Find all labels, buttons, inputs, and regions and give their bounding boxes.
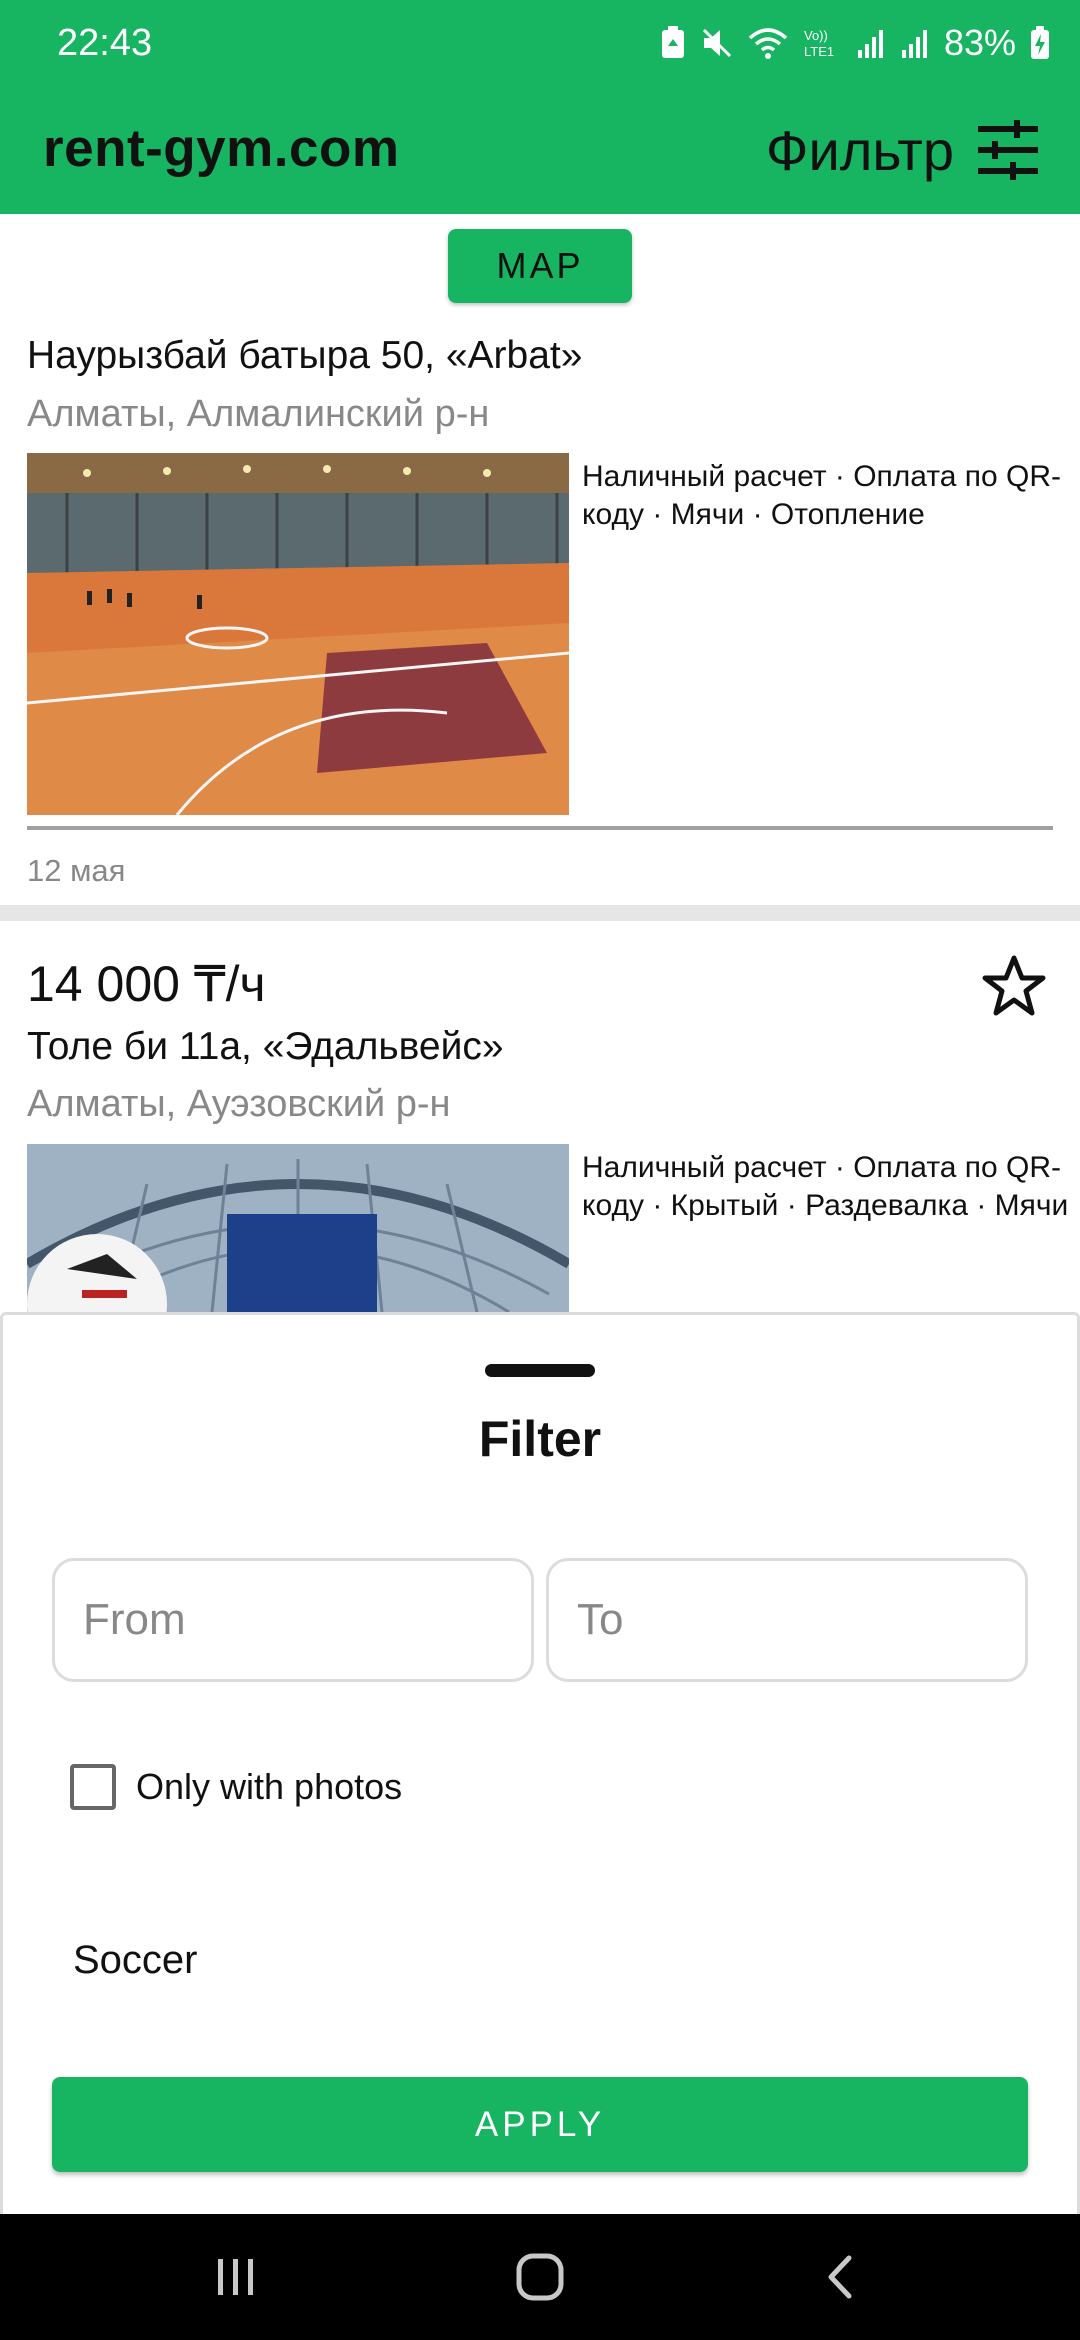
listing-address[interactable]: Наурызбай батыра 50, «Arbat»: [27, 334, 582, 378]
signal-icon: [857, 30, 883, 58]
back-button[interactable]: [790, 2214, 890, 2340]
apply-button[interactable]: APPLY: [52, 2077, 1028, 2172]
only-photos-label: Only with photos: [136, 1766, 403, 1807]
price-to-input[interactable]: [546, 1558, 1028, 1682]
listing-district: Алматы, Ауэзовский р-н: [27, 1083, 451, 1125]
arena-photo: [27, 1144, 569, 1312]
only-photos-row[interactable]: Only with photos: [70, 1764, 402, 1810]
price-from-input[interactable]: [52, 1558, 534, 1682]
filter-button[interactable]: Фильтр: [766, 110, 1040, 190]
listing-photo[interactable]: [27, 1144, 569, 1312]
listing-district: Алматы, Алмалинский р-н: [27, 393, 490, 435]
app-bar: 22:43 Vo)) LTE1 83% rent-gym.com Фильтр: [0, 0, 1080, 214]
filter-label: Фильтр: [765, 118, 954, 182]
only-photos-checkbox[interactable]: [70, 1764, 116, 1810]
status-icons: Vo)) LTE1 83%: [660, 22, 1050, 64]
listing-tags: Наличный расчет · Оплата по QR-коду · Кр…: [582, 1151, 1069, 1222]
home-button[interactable]: [482, 2214, 598, 2340]
battery-charging-icon: [1031, 26, 1049, 59]
svg-text:LTE1: LTE1: [804, 44, 834, 59]
battery-level: 83%: [943, 22, 1016, 63]
wifi-icon: [748, 28, 788, 59]
recents-icon: [218, 2259, 253, 2295]
tune-icon: [978, 120, 1038, 180]
sport-selector[interactable]: Soccer: [73, 1938, 198, 1983]
star-outline-icon[interactable]: [982, 955, 1046, 1017]
listing-date: 12 мая: [27, 853, 126, 888]
status-time: 22:43: [57, 22, 153, 64]
map-button[interactable]: MAP: [448, 229, 632, 303]
mute-icon: [702, 28, 731, 58]
home-icon: [516, 2253, 564, 2301]
volte-icon: Vo)) LTE1: [804, 28, 834, 59]
listing-price: 14 000 ₸/ч: [27, 956, 266, 1012]
recycle-icon: [661, 26, 684, 58]
signal-icon: [901, 30, 927, 58]
brand-title[interactable]: rent-gym.com: [43, 118, 399, 179]
listing-photo[interactable]: [27, 453, 569, 815]
sheet-drag-handle[interactable]: [485, 1364, 595, 1377]
filter-sheet-title: Filter: [478, 1411, 602, 1467]
listing-address[interactable]: Толе би 11а, «Эдальвейс»: [27, 1025, 504, 1069]
svg-text:Vo)): Vo)): [804, 28, 828, 43]
listing-separator: [0, 905, 1080, 921]
listing-divider: [27, 826, 1053, 830]
back-icon: [828, 2255, 852, 2299]
listing-tags: Наличный расчет · Оплата по QR-коду · Мя…: [582, 460, 1062, 531]
recents-button[interactable]: [180, 2214, 292, 2340]
system-nav-bar: [0, 2214, 1080, 2340]
gym-hall-photo: [27, 453, 569, 815]
